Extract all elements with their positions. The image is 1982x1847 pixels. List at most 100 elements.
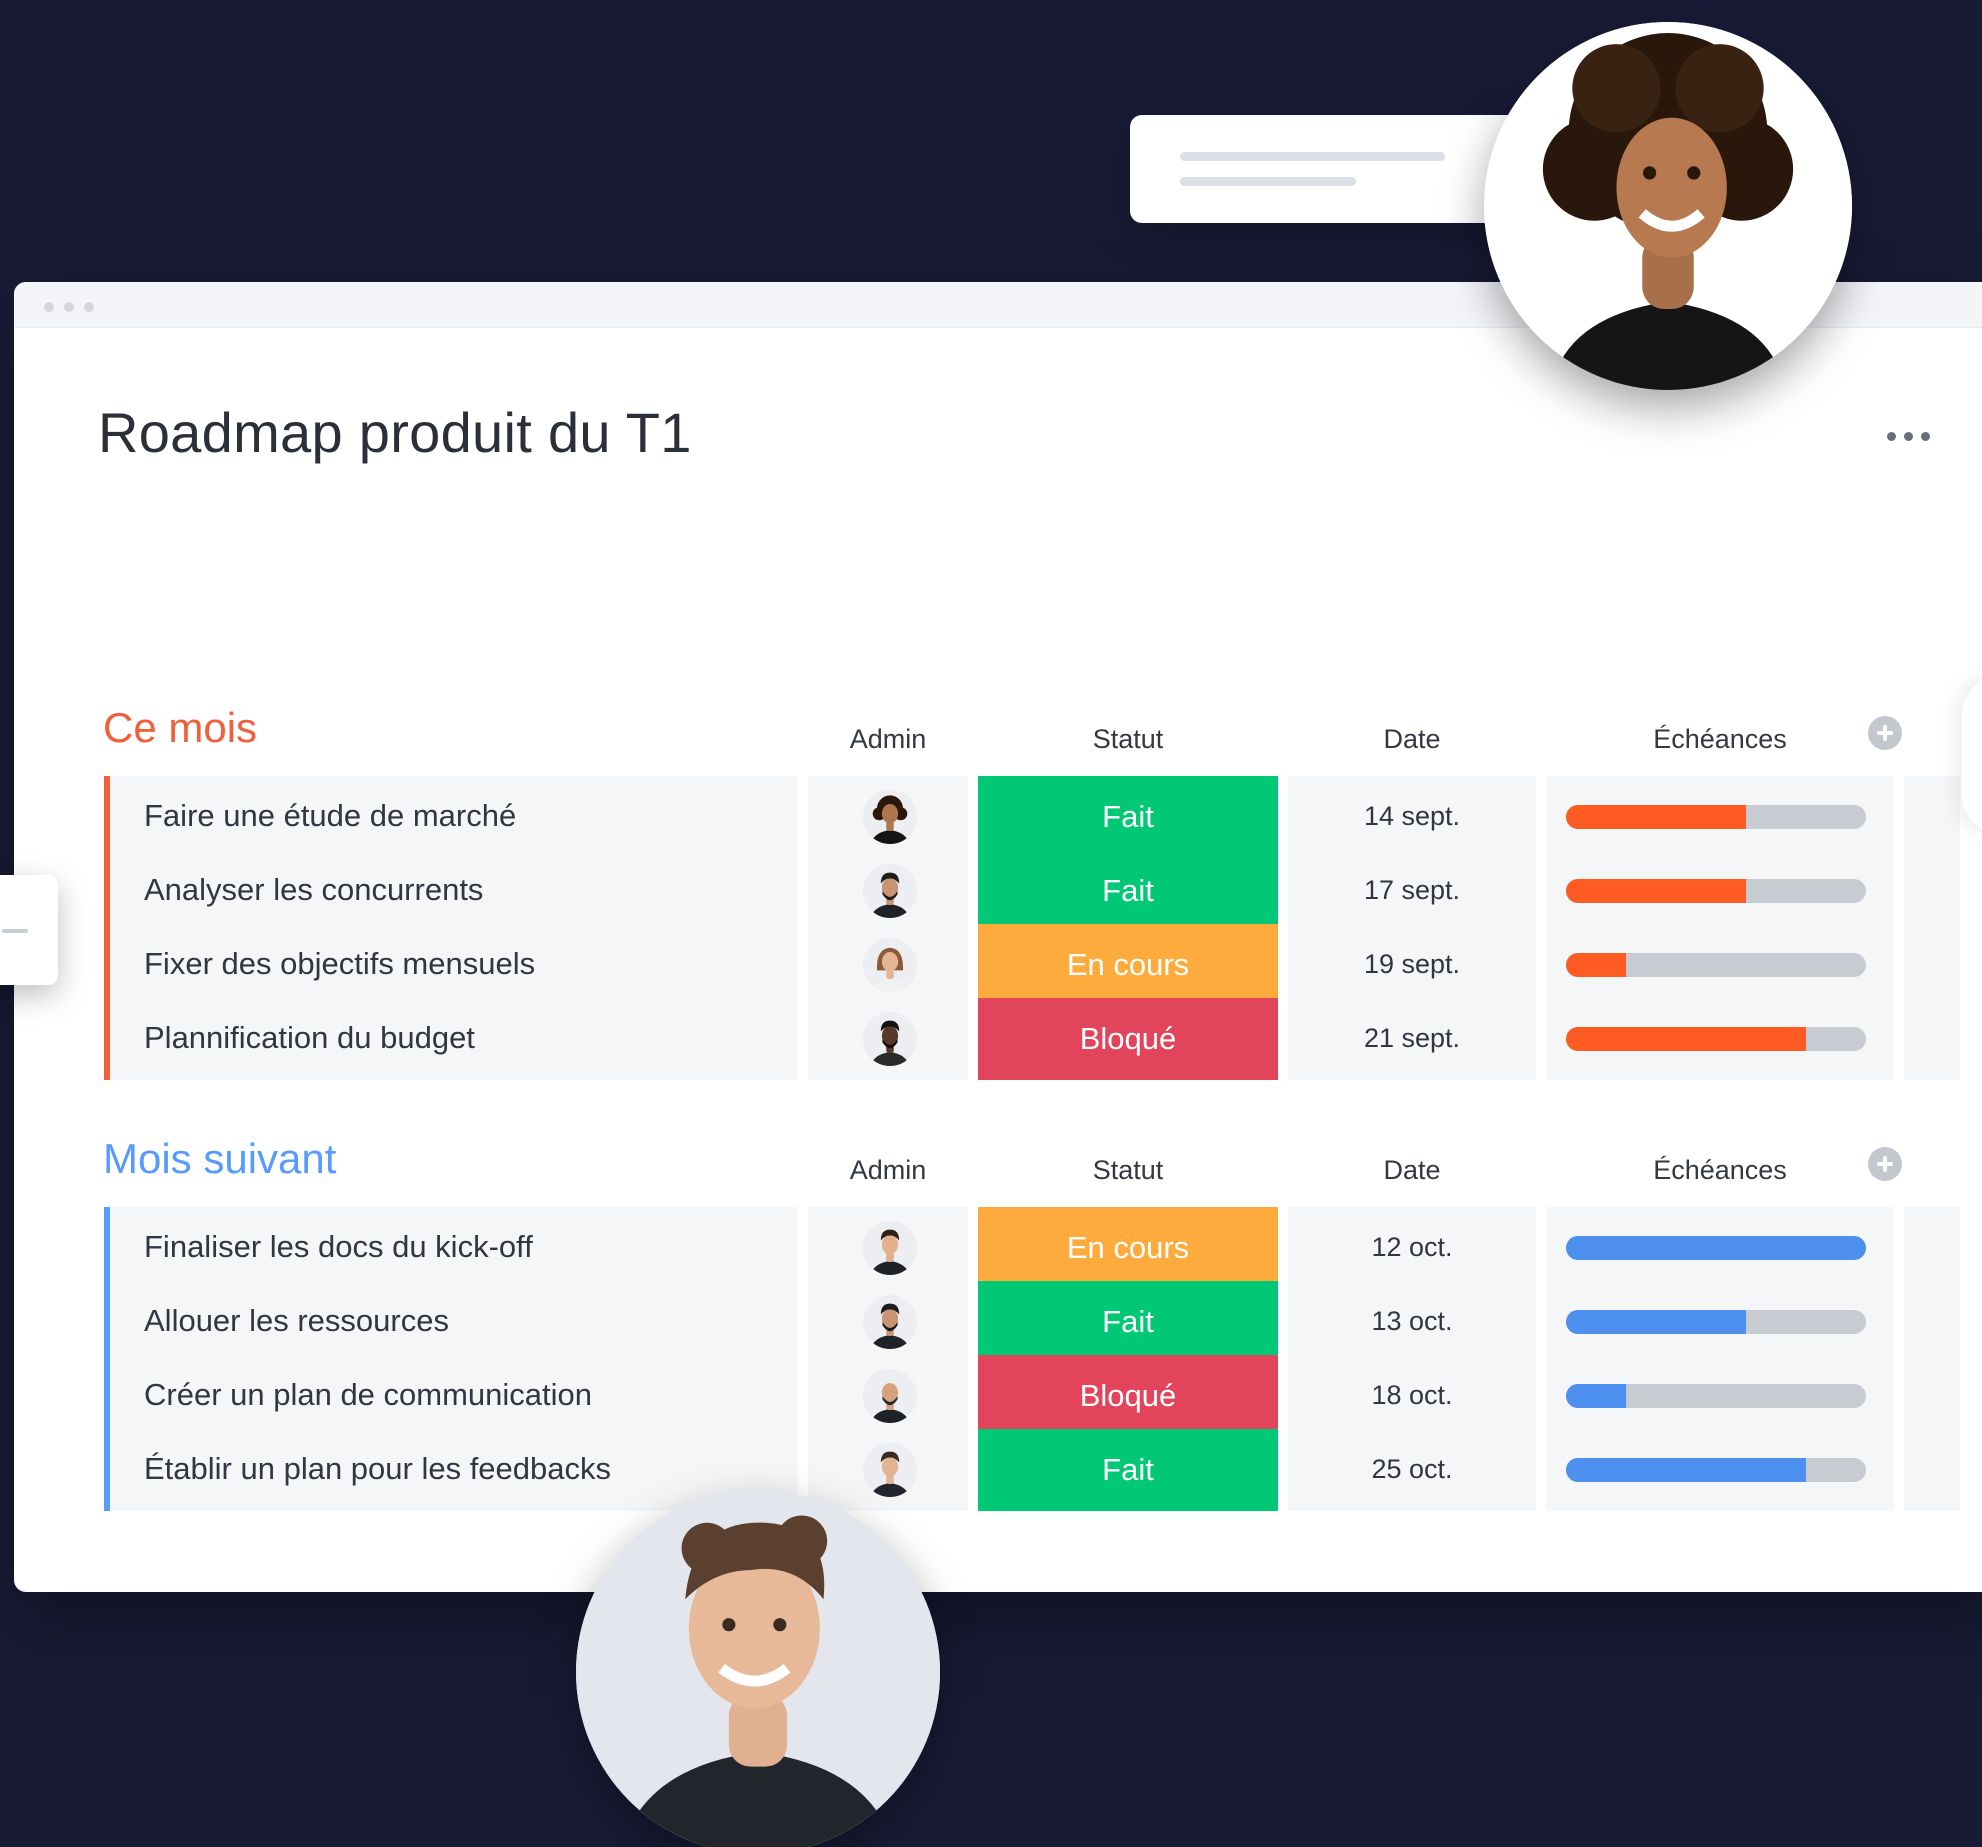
timeline-cell[interactable] [1546, 924, 1894, 1006]
avatar-woman-curly-icon [863, 790, 917, 844]
avatar-man-smiling-icon [863, 1443, 917, 1497]
table-row[interactable]: Établir un plan pour les feedbacks Fait … [104, 1429, 1960, 1511]
timeline-fill [1566, 879, 1746, 903]
task-name: Analyser les concurrents [144, 872, 484, 907]
timeline-fill [1566, 953, 1626, 977]
timeline-cell[interactable] [1546, 850, 1894, 932]
group-title[interactable]: Ce mois [103, 704, 257, 752]
task-cell[interactable]: Allouer les ressources [110, 1281, 798, 1363]
column-header-admin[interactable]: Admin [808, 1155, 968, 1186]
admin-cell[interactable] [808, 1355, 968, 1437]
table-row[interactable]: Analyser les concurrents Fait 17 sept. [104, 850, 1960, 932]
column-header-status[interactable]: Statut [978, 1155, 1278, 1186]
board-window: Roadmap produit du T1 Ce mois Admin Statut… [14, 282, 1982, 1592]
table-row[interactable]: Créer un plan de communication Bloqué 18… [104, 1355, 1960, 1437]
task-name: Plannification du budget [144, 1020, 475, 1055]
date-cell[interactable]: 18 oct. [1288, 1355, 1536, 1437]
admin-cell[interactable] [808, 924, 968, 1006]
table-row[interactable]: Faire une étude de marché Fait 14 sept. [104, 776, 1960, 858]
timeline-cell[interactable] [1546, 776, 1894, 858]
timeline-fill [1566, 1027, 1806, 1051]
column-header-timeline[interactable]: Échéances [1546, 1155, 1894, 1186]
admin-cell[interactable] [808, 776, 968, 858]
timeline-track [1566, 1310, 1866, 1334]
task-name: Créer un plan de communication [144, 1377, 593, 1412]
timeline-fill [1566, 1236, 1866, 1260]
task-name: Établir un plan pour les feedbacks [144, 1451, 612, 1486]
timeline-cell[interactable] [1546, 998, 1894, 1080]
table-row[interactable]: Plannification du budget Bloqué 21 sept. [104, 998, 1960, 1080]
date-cell[interactable]: 17 sept. [1288, 850, 1536, 932]
avatar-man-short-hair-icon [863, 1221, 917, 1275]
add-column-icon[interactable] [1868, 716, 1902, 750]
column-header-admin[interactable]: Admin [808, 724, 968, 755]
empty-cell[interactable] [1904, 1355, 1960, 1437]
status-badge[interactable]: Fait [978, 850, 1278, 932]
stage: Roadmap produit du T1 Ce mois Admin Statut… [0, 0, 1982, 1847]
edge-card [1962, 675, 1982, 835]
group-title[interactable]: Mois suivant [103, 1135, 336, 1183]
empty-cell[interactable] [1904, 924, 1960, 1006]
column-header-timeline[interactable]: Échéances [1546, 724, 1894, 755]
column-header-status[interactable]: Statut [978, 724, 1278, 755]
comment-placeholder-line [1180, 152, 1445, 161]
timeline-track [1566, 953, 1866, 977]
empty-cell[interactable] [1904, 1281, 1960, 1363]
column-header-date[interactable]: Date [1288, 1155, 1536, 1186]
date-cell[interactable]: 25 oct. [1288, 1429, 1536, 1511]
table-row[interactable]: Fixer des objectifs mensuels En cours 19… [104, 924, 1960, 1006]
column-header-date[interactable]: Date [1288, 724, 1536, 755]
task-name: Faire une étude de marché [144, 798, 517, 833]
timeline-fill [1566, 805, 1746, 829]
timeline-cell[interactable] [1546, 1281, 1894, 1363]
status-badge[interactable]: En cours [978, 924, 1278, 1006]
window-dot [44, 302, 54, 312]
board-title: Roadmap produit du T1 [98, 401, 692, 464]
date-cell[interactable]: 19 sept. [1288, 924, 1536, 1006]
date-cell[interactable]: 12 oct. [1288, 1207, 1536, 1289]
timeline-cell[interactable] [1546, 1207, 1894, 1289]
more-options-icon[interactable] [1876, 428, 1940, 444]
timeline-track [1566, 1458, 1866, 1482]
admin-cell[interactable] [808, 1281, 968, 1363]
task-cell[interactable]: Faire une étude de marché [110, 776, 798, 858]
date-cell[interactable]: 13 oct. [1288, 1281, 1536, 1363]
status-badge[interactable]: Bloqué [978, 998, 1278, 1080]
empty-cell[interactable] [1904, 850, 1960, 932]
task-cell[interactable]: Plannification du budget [110, 998, 798, 1080]
task-cell[interactable]: Créer un plan de communication [110, 1355, 798, 1437]
empty-cell[interactable] [1904, 776, 1960, 858]
empty-cell[interactable] [1904, 998, 1960, 1080]
avatar-man-beard-icon [863, 1295, 917, 1349]
avatar-man-beard-icon [863, 864, 917, 918]
side-card [0, 875, 58, 985]
table-row[interactable]: Allouer les ressources Fait 13 oct. [104, 1281, 1960, 1363]
status-badge[interactable]: Bloqué [978, 1355, 1278, 1437]
status-badge[interactable]: En cours [978, 1207, 1278, 1289]
timeline-cell[interactable] [1546, 1429, 1894, 1511]
avatar-woman-long-hair-icon [863, 938, 917, 992]
timeline-fill [1566, 1384, 1626, 1408]
admin-cell[interactable] [808, 1207, 968, 1289]
empty-cell[interactable] [1904, 1429, 1960, 1511]
empty-cell[interactable] [1904, 1207, 1960, 1289]
add-column-icon[interactable] [1868, 1147, 1902, 1181]
task-cell[interactable]: Finaliser les docs du kick-off [110, 1207, 798, 1289]
status-badge[interactable]: Fait [978, 1281, 1278, 1363]
status-badge[interactable]: Fait [978, 776, 1278, 858]
admin-cell[interactable] [808, 850, 968, 932]
date-cell[interactable]: 14 sept. [1288, 776, 1536, 858]
task-cell[interactable]: Analyser les concurrents [110, 850, 798, 932]
timeline-fill [1566, 1458, 1806, 1482]
task-cell[interactable]: Établir un plan pour les feedbacks [110, 1429, 798, 1511]
timeline-track [1566, 1236, 1866, 1260]
task-cell[interactable]: Fixer des objectifs mensuels [110, 924, 798, 1006]
date-cell[interactable]: 21 sept. [1288, 998, 1536, 1080]
window-dot [64, 302, 74, 312]
table-row[interactable]: Finaliser les docs du kick-off En cours … [104, 1207, 1960, 1289]
comment-placeholder-line [1180, 177, 1356, 186]
admin-cell[interactable] [808, 1429, 968, 1511]
admin-cell[interactable] [808, 998, 968, 1080]
timeline-cell[interactable] [1546, 1355, 1894, 1437]
status-badge[interactable]: Fait [978, 1429, 1278, 1511]
